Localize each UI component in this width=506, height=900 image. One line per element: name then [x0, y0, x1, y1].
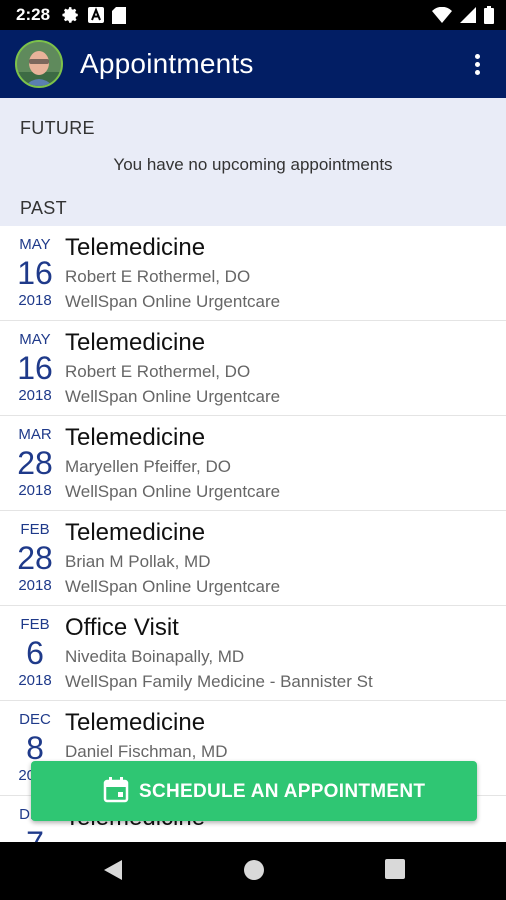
date-day: 16 — [17, 350, 53, 386]
wifi-icon — [432, 7, 452, 23]
appointment-provider: Brian M Pollak, MD — [65, 552, 211, 571]
appointment-location: WellSpan Online Urgentcare — [65, 482, 281, 501]
date-month: MAR — [18, 426, 52, 443]
user-avatar-icon — [17, 42, 61, 86]
future-section: FUTURE You have no upcoming appointments… — [0, 98, 506, 226]
appointment-row[interactable]: FEB 6 2018 Office Visit Nivedita Boinapa… — [0, 606, 506, 701]
date-year: 2018 — [18, 672, 52, 689]
date-month: MAY — [19, 331, 51, 348]
past-label: PAST — [20, 198, 67, 218]
appointment-location: WellSpan Online Urgentcare — [65, 577, 281, 596]
appointment-row[interactable]: FEB 28 2018 Telemedicine Brian M Pollak,… — [0, 511, 506, 606]
date-day: 6 — [26, 635, 44, 671]
date-month: FEB — [20, 521, 50, 538]
page-title: Appointments — [80, 48, 254, 79]
schedule-appointment-label: SCHEDULE AN APPOINTMENT — [139, 781, 426, 802]
appointment-provider: Robert E Rothermel, DO — [65, 362, 251, 381]
appointment-type: Telemedicine — [65, 234, 206, 261]
appointment-row[interactable]: MAY 16 2018 Telemedicine Robert E Rother… — [0, 226, 506, 321]
nav-bar — [0, 842, 506, 900]
date-month: FEB — [20, 616, 50, 633]
appointment-location: WellSpan Family Medicine - Bannister St — [65, 672, 373, 691]
home-icon[interactable] — [242, 858, 266, 882]
empty-message: You have no upcoming appointments — [113, 155, 393, 174]
appointment-type: Telemedicine — [65, 519, 206, 546]
status-time: 2:28 — [16, 5, 51, 24]
calendar-icon — [103, 777, 129, 803]
appointment-row[interactable]: MAR 28 2018 Telemedicine Maryellen Pfeif… — [0, 416, 506, 511]
back-icon[interactable] — [102, 858, 124, 882]
appointment-provider: Robert E Rothermel, DO — [65, 267, 251, 286]
status-bar: 2:28 — [0, 0, 506, 30]
appointment-row[interactable]: MAY 16 2018 Telemedicine Robert E Rother… — [0, 321, 506, 416]
appointment-location: WellSpan Online Urgentcare — [65, 387, 281, 406]
battery-icon — [484, 6, 494, 24]
date-year: 2018 — [18, 577, 52, 594]
date-day: 28 — [17, 540, 53, 576]
avatar[interactable] — [15, 40, 63, 88]
app-bar: Appointments — [0, 30, 506, 98]
date-year: 2018 — [18, 387, 52, 404]
date-month: MAY — [19, 236, 51, 253]
date-year: 2018 — [18, 292, 52, 309]
schedule-appointment-button[interactable]: SCHEDULE AN APPOINTMENT — [31, 761, 477, 821]
appointment-type: Telemedicine — [65, 709, 206, 736]
date-year: 2018 — [18, 482, 52, 499]
appointment-type: Telemedicine — [65, 329, 206, 356]
recents-icon[interactable] — [384, 858, 406, 880]
appointment-provider: Nivedita Boinapally, MD — [65, 647, 245, 666]
more-vert-icon[interactable] — [460, 46, 494, 82]
future-label: FUTURE — [20, 118, 95, 138]
appointment-provider: Daniel Fischman, MD — [65, 742, 228, 761]
signal-icon — [460, 7, 476, 23]
a-icon — [88, 7, 104, 23]
appointment-provider: Maryellen Pfeiffer, DO — [65, 457, 231, 476]
sd-card-icon — [112, 6, 126, 24]
appointment-type: Telemedicine — [65, 424, 206, 451]
appointment-location: WellSpan Online Urgentcare — [65, 292, 281, 311]
date-month: DEC — [19, 711, 51, 728]
date-day: 28 — [17, 445, 53, 481]
gear-icon — [62, 7, 78, 23]
date-day: 16 — [17, 255, 53, 291]
appointment-type: Office Visit — [65, 614, 179, 641]
